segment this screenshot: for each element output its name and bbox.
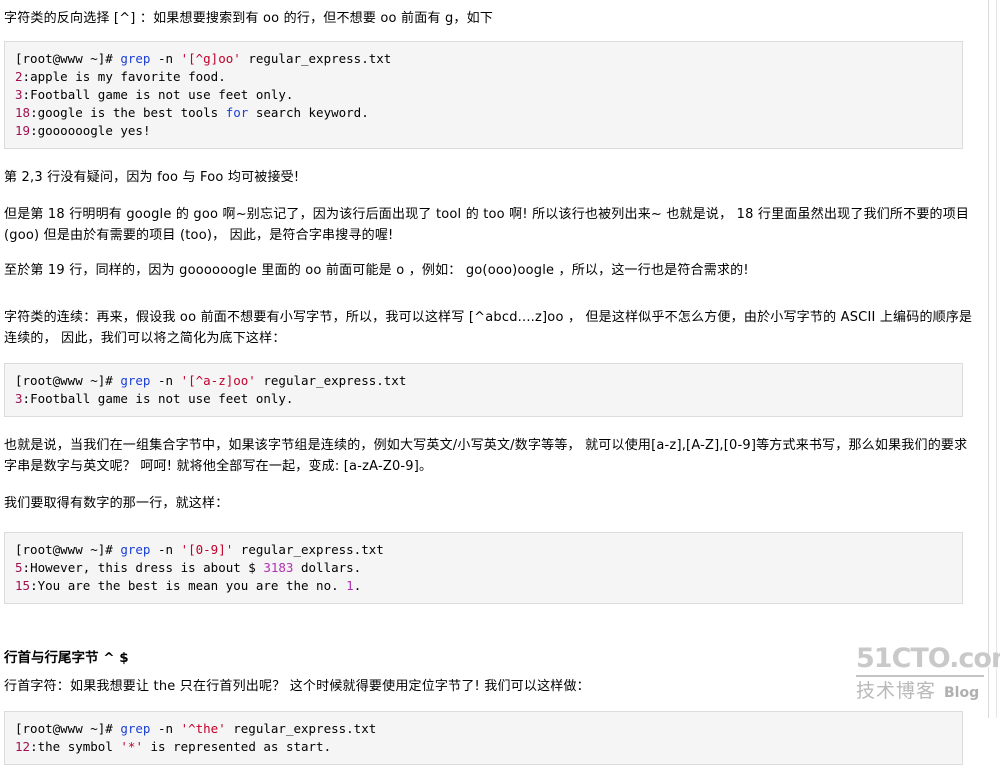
result-text-pre: However, this dress is about $ — [30, 560, 264, 575]
code-block-3: [root@www ~]# grep -n '[0-9]' regular_ex… — [4, 532, 963, 604]
result-separator: : — [30, 105, 38, 120]
paragraph-class-range: 字符类的连续：再来，假设我 oo 前面不想要有小写字节，所以，我可以这样写 [^… — [4, 310, 973, 346]
result-separator: : — [22, 69, 31, 84]
result-text-pre: the symbol — [37, 739, 121, 754]
result-separator: : — [30, 578, 38, 593]
page-right-rule — [988, 0, 989, 718]
shell-prompt-4: [root@www ~]# — [15, 721, 121, 736]
result-keyword: for — [225, 105, 249, 120]
command-pattern-2: '[^a-z]oo' — [180, 373, 256, 388]
result-text-pre: You are the best is mean you are the no. — [37, 578, 347, 593]
paragraph-ranges-explain: 也就是说，当我们在一组集合字节中，如果该字节组是连续的，例如大写英文/小写英文/… — [4, 438, 968, 474]
result-line-number: 3 — [15, 391, 23, 406]
command-keyword-4: grep — [120, 721, 151, 736]
watermark-blog-label: Blog — [944, 685, 980, 701]
command-file-4: regular_express.txt — [225, 721, 377, 736]
command-options-4: -n — [150, 721, 181, 736]
command-file-3: regular_express.txt — [233, 542, 384, 557]
result-separator: : — [30, 123, 38, 138]
command-options-3: -n — [150, 542, 181, 557]
shell-prompt-2: [root@www ~]# — [15, 373, 121, 388]
watermark-subtitle: 技术博客 — [856, 680, 937, 702]
result-text-post: dollars. — [293, 560, 362, 575]
result-line-number: 18 — [15, 105, 31, 120]
watermark: 51CTO.com 技术博客 Blog — [856, 643, 1000, 706]
result-line-number: 12 — [15, 739, 31, 754]
code-block-4: [root@www ~]# grep -n '^the' regular_exp… — [4, 711, 963, 765]
result-text: goooooogle yes! — [37, 123, 151, 138]
page-right-rule-secondary — [996, 0, 997, 718]
code-block-1: [root@www ~]# grep -n '[^g]oo' regular_e… — [4, 41, 963, 149]
command-file-2: regular_express.txt — [255, 373, 407, 388]
result-line-number: 2 — [15, 69, 23, 84]
shell-prompt-1: [root@www ~]# — [15, 51, 121, 66]
paragraph-line-19: 至於第 19 行，同样的，因为 goooooogle 里面的 oo 前面可能是 … — [4, 263, 749, 278]
result-separator: : — [22, 391, 31, 406]
watermark-divider — [856, 675, 984, 677]
command-keyword-1: grep — [120, 51, 151, 66]
paragraph-line-18: 但是第 18 行明明有 google 的 goo 啊~别忘记了，因为该行后面出现… — [4, 207, 970, 243]
result-text-pre: google is the best tools — [37, 105, 226, 120]
article-content: 字符类的反向选择 [^] ：如果想要搜索到有 oo 的行，但不想要 oo 前面有… — [0, 0, 985, 765]
paragraph-get-digits: 我们要取得有数字的那一行，就这样： — [4, 496, 229, 511]
section-heading-anchors: 行首与行尾字节 ^ $ — [4, 650, 129, 666]
result-number: 1 — [346, 578, 354, 593]
command-file-1: regular_express.txt — [240, 51, 392, 66]
code-block-2: [root@www ~]# grep -n '[^a-z]oo' regular… — [4, 363, 963, 417]
result-separator: : — [22, 560, 31, 575]
result-string: '*' — [120, 739, 143, 754]
command-options-1: -n — [150, 51, 181, 66]
command-keyword-3: grep — [120, 542, 151, 557]
result-separator: : — [30, 739, 38, 754]
result-line-number: 5 — [15, 560, 23, 575]
command-options-2: -n — [150, 373, 181, 388]
intro-paragraph: 字符类的反向选择 [^] ：如果想要搜索到有 oo 的行，但不想要 oo 前面有… — [4, 11, 494, 26]
paragraph-lines-2-3: 第 2,3 行没有疑问，因为 foo 与 Foo 均可被接受! — [4, 170, 300, 185]
result-number: 3183 — [263, 560, 294, 575]
result-text-post: search keyword. — [248, 105, 369, 120]
result-text: Football game is not use feet only. — [30, 391, 294, 406]
result-text-post: . — [353, 578, 362, 593]
result-line-number: 15 — [15, 578, 31, 593]
command-pattern-4: '^the' — [180, 721, 226, 736]
result-separator: : — [22, 87, 31, 102]
paragraph-anchor-explain: 行首字符：如果我想要让 the 只在行首列出呢？ 这个时候就得要使用定位字节了!… — [4, 679, 590, 694]
command-keyword-2: grep — [120, 373, 151, 388]
command-pattern-1: '[^g]oo' — [180, 51, 241, 66]
result-text: apple is my favorite food. — [30, 69, 226, 84]
shell-prompt-3: [root@www ~]# — [15, 542, 121, 557]
result-text: Football game is not use feet only. — [30, 87, 294, 102]
result-line-number: 3 — [15, 87, 23, 102]
result-line-number: 19 — [15, 123, 31, 138]
command-pattern-3: '[0-9]' — [180, 542, 234, 557]
result-text-post: is represented as start. — [142, 739, 332, 754]
watermark-site: 51CTO.com — [856, 643, 1000, 674]
